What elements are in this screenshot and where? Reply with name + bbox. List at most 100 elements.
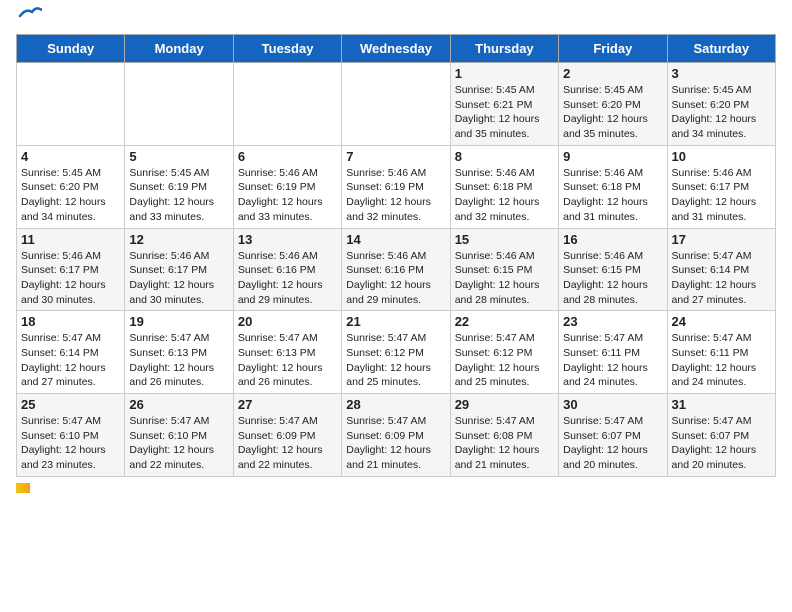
calendar-cell: 6Sunrise: 5:46 AMSunset: 6:19 PMDaylight…	[233, 145, 341, 228]
day-info: Sunrise: 5:45 AMSunset: 6:21 PMDaylight:…	[455, 83, 554, 142]
calendar-cell: 7 Sunrise: 5:46 AMSunset: 6:19 PMDaylight…	[342, 145, 450, 228]
day-number: 14	[346, 232, 445, 247]
day-info: Sunrise: 5:46 AMSunset: 6:16 PMDaylight:…	[238, 249, 337, 308]
day-info: Sunrise: 5:47 AMSunset: 6:13 PMDaylight:…	[129, 331, 228, 390]
day-info: Sunrise: 5:47 AMSunset: 6:14 PMDaylight:…	[672, 249, 771, 308]
calendar-cell: 19 Sunrise: 5:47 AMSunset: 6:13 PMDayligh…	[125, 311, 233, 394]
calendar-week-row: 18 Sunrise: 5:47 AMSunset: 6:14 PMDayligh…	[17, 311, 776, 394]
day-info: Sunrise: 5:47 AMSunset: 6:07 PMDaylight:…	[672, 414, 771, 473]
day-number: 2	[563, 66, 662, 81]
weekday-header-row: SundayMondayTuesdayWednesdayThursdayFrid…	[17, 35, 776, 63]
weekday-header-saturday: Saturday	[667, 35, 775, 63]
day-number: 30	[563, 397, 662, 412]
day-number: 1	[455, 66, 554, 81]
calendar-table: SundayMondayTuesdayWednesdayThursdayFrid…	[16, 34, 776, 477]
day-info: Sunrise: 5:46 AMSunset: 6:15 PMDaylight:…	[455, 249, 554, 308]
day-info: Sunrise: 5:46 AMSunset: 6:17 PMDaylight:…	[672, 166, 771, 225]
day-info: Sunrise: 5:47 AMSunset: 6:11 PMDaylight:…	[672, 331, 771, 390]
logo-bird-icon	[18, 6, 42, 24]
day-info: Sunrise: 5:47 AMSunset: 6:07 PMDaylight:…	[563, 414, 662, 473]
page-header	[16, 16, 776, 24]
day-number: 26	[129, 397, 228, 412]
day-info: Sunrise: 5:47 AMSunset: 6:14 PMDaylight:…	[21, 331, 120, 390]
calendar-cell: 3 Sunrise: 5:45 AMSunset: 6:20 PMDaylight…	[667, 63, 775, 146]
calendar-cell: 14 Sunrise: 5:46 AMSunset: 6:16 PMDayligh…	[342, 228, 450, 311]
day-number: 11	[21, 232, 120, 247]
weekday-header-wednesday: Wednesday	[342, 35, 450, 63]
day-info: Sunrise: 5:46 AMSunset: 6:16 PMDaylight:…	[346, 249, 445, 308]
day-number: 23	[563, 314, 662, 329]
day-number: 21	[346, 314, 445, 329]
calendar-cell: 27 Sunrise: 5:47 AMSunset: 6:09 PMDayligh…	[233, 394, 341, 477]
day-info: Sunrise: 5:47 AMSunset: 6:12 PMDaylight:…	[455, 331, 554, 390]
calendar-cell: 31Sunrise: 5:47 AMSunset: 6:07 PMDayligh…	[667, 394, 775, 477]
calendar-cell	[125, 63, 233, 146]
calendar-cell: 2 Sunrise: 5:45 AMSunset: 6:20 PMDaylight…	[559, 63, 667, 146]
logo	[16, 16, 42, 24]
calendar-cell: 12 Sunrise: 5:46 AMSunset: 6:17 PMDayligh…	[125, 228, 233, 311]
weekday-header-thursday: Thursday	[450, 35, 558, 63]
day-info: Sunrise: 5:45 AMSunset: 6:20 PMDaylight:…	[672, 83, 771, 142]
footer	[16, 483, 776, 493]
day-number: 18	[21, 314, 120, 329]
day-number: 8	[455, 149, 554, 164]
day-info: Sunrise: 5:47 AMSunset: 6:09 PMDaylight:…	[346, 414, 445, 473]
weekday-header-monday: Monday	[125, 35, 233, 63]
day-number: 6	[238, 149, 337, 164]
calendar-cell	[17, 63, 125, 146]
day-info: Sunrise: 5:47 AMSunset: 6:11 PMDaylight:…	[563, 331, 662, 390]
calendar-cell: 28 Sunrise: 5:47 AMSunset: 6:09 PMDayligh…	[342, 394, 450, 477]
day-number: 10	[672, 149, 771, 164]
calendar-week-row: 25 Sunrise: 5:47 AMSunset: 6:10 PMDayligh…	[17, 394, 776, 477]
calendar-cell: 30 Sunrise: 5:47 AMSunset: 6:07 PMDayligh…	[559, 394, 667, 477]
day-info: Sunrise: 5:45 AMSunset: 6:20 PMDaylight:…	[21, 166, 120, 225]
calendar-cell: 13 Sunrise: 5:46 AMSunset: 6:16 PMDayligh…	[233, 228, 341, 311]
day-number: 13	[238, 232, 337, 247]
day-info: Sunrise: 5:46 AMSunset: 6:17 PMDaylight:…	[21, 249, 120, 308]
day-number: 19	[129, 314, 228, 329]
day-number: 20	[238, 314, 337, 329]
day-info: Sunrise: 5:46 AMSunset: 6:19 PMDaylight:…	[346, 166, 445, 225]
day-info: Sunrise: 5:47 AMSunset: 6:10 PMDaylight:…	[21, 414, 120, 473]
day-number: 29	[455, 397, 554, 412]
calendar-week-row: 1 Sunrise: 5:45 AMSunset: 6:21 PMDaylight…	[17, 63, 776, 146]
day-number: 27	[238, 397, 337, 412]
day-number: 4	[21, 149, 120, 164]
calendar-cell: 11 Sunrise: 5:46 AMSunset: 6:17 PMDayligh…	[17, 228, 125, 311]
day-info: Sunrise: 5:45 AMSunset: 6:20 PMDaylight:…	[563, 83, 662, 142]
weekday-header-sunday: Sunday	[17, 35, 125, 63]
day-number: 12	[129, 232, 228, 247]
day-info: Sunrise: 5:46 AMSunset: 6:17 PMDaylight:…	[129, 249, 228, 308]
day-number: 24	[672, 314, 771, 329]
calendar-cell: 5Sunrise: 5:45 AMSunset: 6:19 PMDaylight…	[125, 145, 233, 228]
day-number: 25	[21, 397, 120, 412]
calendar-cell	[233, 63, 341, 146]
day-info: Sunrise: 5:47 AMSunset: 6:13 PMDaylight:…	[238, 331, 337, 390]
calendar-cell: 24 Sunrise: 5:47 AMSunset: 6:11 PMDayligh…	[667, 311, 775, 394]
calendar-cell: 16Sunrise: 5:46 AMSunset: 6:15 PMDayligh…	[559, 228, 667, 311]
day-info: Sunrise: 5:46 AMSunset: 6:18 PMDaylight:…	[563, 166, 662, 225]
day-number: 3	[672, 66, 771, 81]
weekday-header-tuesday: Tuesday	[233, 35, 341, 63]
day-info: Sunrise: 5:46 AMSunset: 6:18 PMDaylight:…	[455, 166, 554, 225]
day-number: 7	[346, 149, 445, 164]
calendar-cell: 17Sunrise: 5:47 AMSunset: 6:14 PMDayligh…	[667, 228, 775, 311]
calendar-cell: 15 Sunrise: 5:46 AMSunset: 6:15 PMDayligh…	[450, 228, 558, 311]
day-number: 28	[346, 397, 445, 412]
day-number: 16	[563, 232, 662, 247]
weekday-header-friday: Friday	[559, 35, 667, 63]
calendar-cell: 21 Sunrise: 5:47 AMSunset: 6:12 PMDayligh…	[342, 311, 450, 394]
day-info: Sunrise: 5:47 AMSunset: 6:10 PMDaylight:…	[129, 414, 228, 473]
calendar-cell: 18 Sunrise: 5:47 AMSunset: 6:14 PMDayligh…	[17, 311, 125, 394]
day-info: Sunrise: 5:45 AMSunset: 6:19 PMDaylight:…	[129, 166, 228, 225]
calendar-cell: 23 Sunrise: 5:47 AMSunset: 6:11 PMDayligh…	[559, 311, 667, 394]
daylight-icon	[16, 483, 30, 493]
calendar-cell: 22 Sunrise: 5:47 AMSunset: 6:12 PMDayligh…	[450, 311, 558, 394]
calendar-cell: 20 Sunrise: 5:47 AMSunset: 6:13 PMDayligh…	[233, 311, 341, 394]
day-info: Sunrise: 5:47 AMSunset: 6:12 PMDaylight:…	[346, 331, 445, 390]
day-info: Sunrise: 5:47 AMSunset: 6:08 PMDaylight:…	[455, 414, 554, 473]
calendar-cell	[342, 63, 450, 146]
day-info: Sunrise: 5:47 AMSunset: 6:09 PMDaylight:…	[238, 414, 337, 473]
day-number: 15	[455, 232, 554, 247]
day-number: 22	[455, 314, 554, 329]
